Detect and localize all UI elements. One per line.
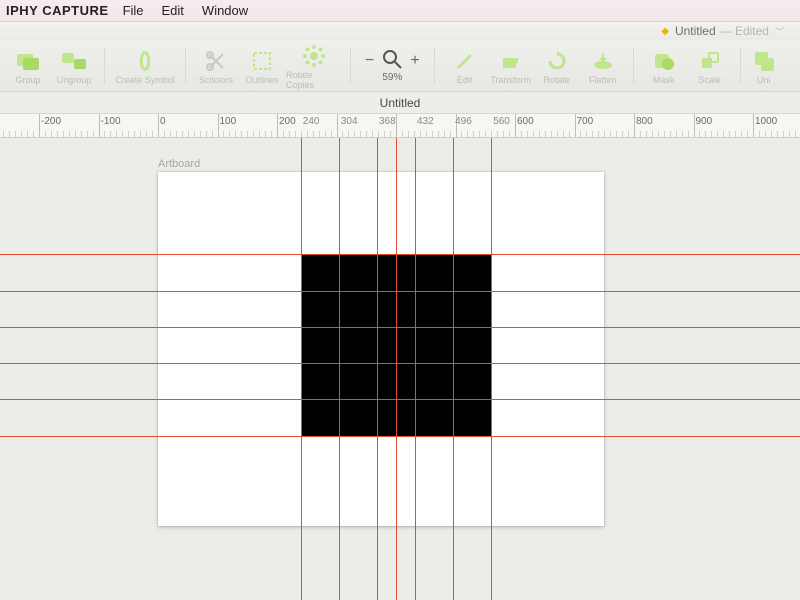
rotate-icon bbox=[543, 47, 571, 75]
separator bbox=[350, 48, 351, 84]
scissors-button[interactable]: Scissors bbox=[194, 42, 238, 90]
page-tabbar[interactable]: Untitled bbox=[0, 92, 800, 114]
menu-file[interactable]: File bbox=[123, 3, 144, 18]
ruler-label: 700 bbox=[577, 116, 594, 127]
ruler-guide-label: 432 bbox=[417, 116, 434, 127]
pencil-icon bbox=[451, 47, 479, 75]
ruler-guide-label: 240 bbox=[303, 116, 320, 127]
ruler-label: 600 bbox=[517, 116, 534, 127]
zoom-out-button[interactable]: − bbox=[365, 52, 374, 70]
horizontal-guide[interactable] bbox=[0, 254, 800, 255]
outlines-button[interactable]: Outlines bbox=[240, 42, 284, 90]
vertical-guide[interactable] bbox=[301, 138, 302, 600]
flatten-button[interactable]: Flatten bbox=[581, 42, 625, 90]
document-name[interactable]: Untitled bbox=[675, 24, 716, 38]
group-button[interactable]: Group bbox=[6, 42, 50, 90]
ungroup-icon bbox=[60, 47, 88, 75]
scale-button[interactable]: Scale bbox=[688, 42, 732, 90]
zoom-percent[interactable]: 59% bbox=[382, 72, 402, 83]
ruler-guide-label: 496 bbox=[455, 116, 472, 127]
ruler-label: 200 bbox=[279, 116, 296, 127]
ruler-guide-label: 560 bbox=[493, 116, 510, 127]
horizontal-ruler[interactable]: -200 -100 0 100 200 600 700 800 900 1000 240 304 368… bbox=[0, 114, 800, 138]
separator bbox=[434, 48, 435, 84]
vertical-guide[interactable] bbox=[396, 138, 397, 600]
union-button[interactable]: Uni bbox=[749, 42, 779, 90]
group-icon bbox=[14, 47, 42, 75]
magnifier-icon bbox=[382, 49, 402, 74]
zoom-in-button[interactable]: + bbox=[410, 52, 419, 70]
horizontal-guide[interactable] bbox=[0, 327, 800, 328]
horizontal-guide[interactable] bbox=[0, 363, 800, 364]
scissors-icon bbox=[202, 47, 230, 75]
horizontal-guide[interactable] bbox=[0, 436, 800, 437]
document-edited-status: — Edited bbox=[720, 24, 769, 38]
separator bbox=[185, 48, 186, 84]
vertical-guide[interactable] bbox=[491, 138, 492, 600]
vertical-guide[interactable] bbox=[377, 138, 378, 600]
create-symbol-button[interactable]: Create Symbol bbox=[113, 42, 177, 90]
ruler-label: -100 bbox=[101, 116, 121, 127]
mask-icon bbox=[650, 47, 678, 75]
separator bbox=[633, 48, 634, 84]
sketch-doc-icon: ◆ bbox=[661, 26, 669, 37]
ruler-label: 900 bbox=[696, 116, 713, 127]
artboard-label[interactable]: Artboard bbox=[158, 158, 200, 170]
menu-window[interactable]: Window bbox=[202, 3, 248, 18]
zoom-control[interactable]: − + 59% bbox=[359, 42, 426, 90]
ruler-guide-label: 304 bbox=[341, 116, 358, 127]
vertical-guide[interactable] bbox=[415, 138, 416, 600]
page-tab[interactable]: Untitled bbox=[380, 96, 421, 110]
ruler-label: 100 bbox=[220, 116, 237, 127]
ruler-label: -200 bbox=[41, 116, 61, 127]
rotate-copies-icon bbox=[300, 42, 328, 70]
vertical-guide[interactable] bbox=[453, 138, 454, 600]
transform-button[interactable]: Transform bbox=[489, 42, 533, 90]
app-name: IPHY CAPTURE bbox=[6, 3, 109, 18]
ruler-label: 1000 bbox=[755, 116, 777, 127]
ruler-label: 800 bbox=[636, 116, 653, 127]
edit-button[interactable]: Edit bbox=[443, 42, 487, 90]
rotate-copies-button[interactable]: Rotate Copies bbox=[286, 42, 342, 90]
canvas[interactable]: Artboard bbox=[0, 138, 800, 600]
ungroup-button[interactable]: Ungroup bbox=[52, 42, 96, 90]
union-icon bbox=[750, 47, 778, 75]
toolbar: Group Ungroup Create Symbol Scissors Out… bbox=[0, 40, 800, 92]
menu-edit[interactable]: Edit bbox=[162, 3, 184, 18]
document-titlebar: ◆ Untitled — Edited ﹀ bbox=[0, 22, 800, 40]
transform-icon bbox=[497, 47, 525, 75]
chevron-down-icon[interactable]: ﹀ bbox=[775, 25, 784, 38]
horizontal-guide[interactable] bbox=[0, 291, 800, 292]
ruler-label: 0 bbox=[160, 116, 166, 127]
create-symbol-icon bbox=[131, 47, 159, 75]
horizontal-guide[interactable] bbox=[0, 399, 800, 400]
separator bbox=[104, 48, 105, 84]
vertical-guide[interactable] bbox=[339, 138, 340, 600]
menubar: IPHY CAPTURE File Edit Window bbox=[0, 0, 800, 22]
outlines-icon bbox=[248, 47, 276, 75]
scale-icon bbox=[696, 47, 724, 75]
rotate-button[interactable]: Rotate bbox=[535, 42, 579, 90]
ruler-guide-label: 368 bbox=[379, 116, 396, 127]
mask-button[interactable]: Mask bbox=[642, 42, 686, 90]
separator bbox=[740, 48, 741, 84]
flatten-icon bbox=[589, 47, 617, 75]
